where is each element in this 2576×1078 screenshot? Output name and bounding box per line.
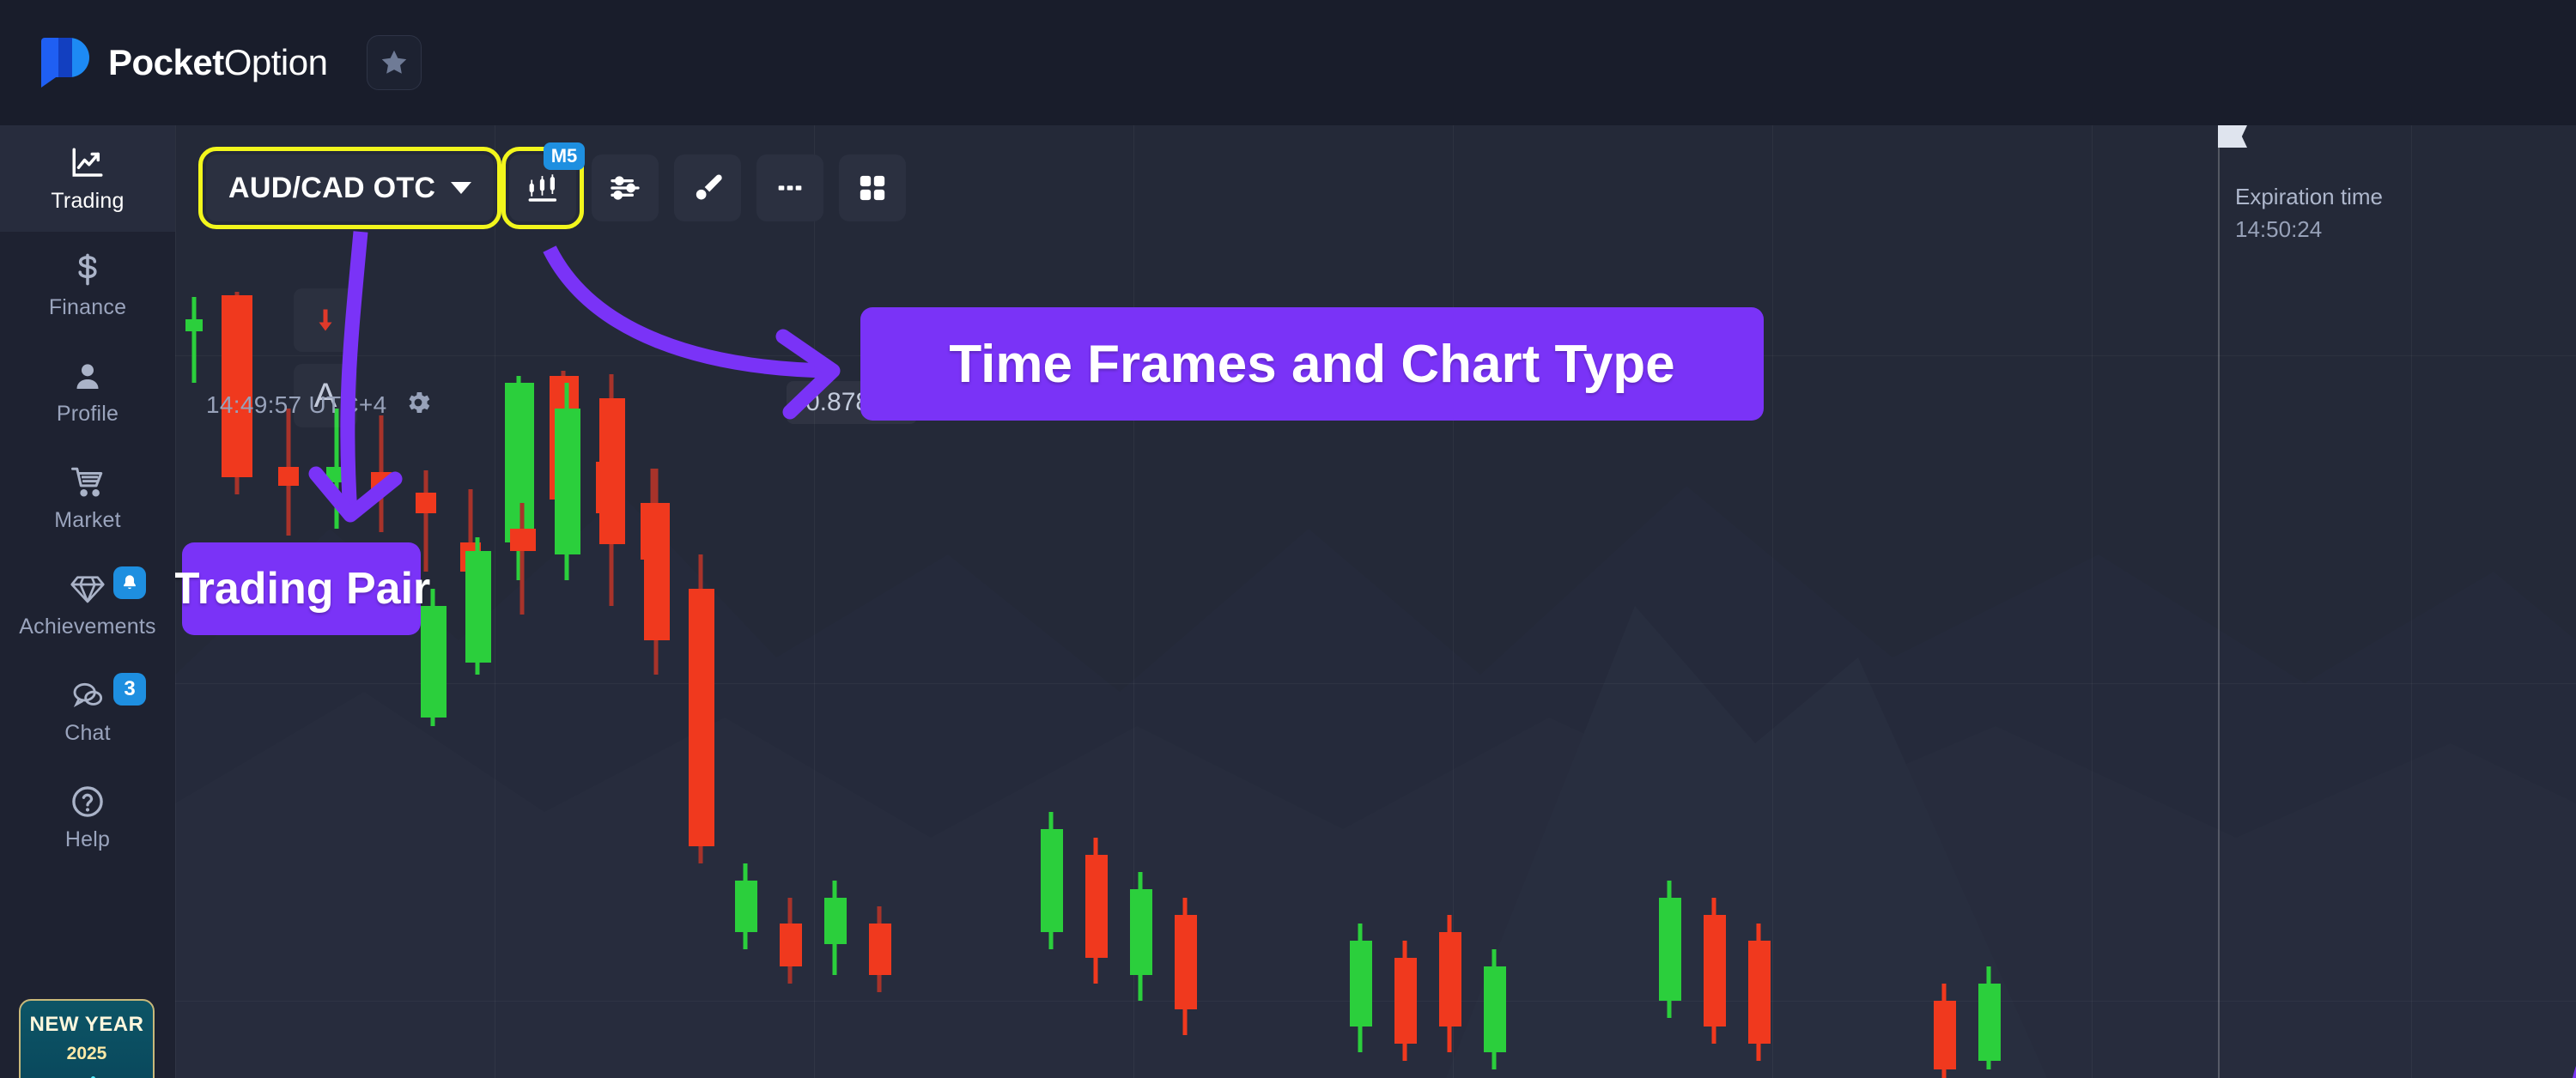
sidebar-nav: Trading Finance Profile Market Achieveme… bbox=[0, 125, 175, 1078]
drawing-tools-button[interactable] bbox=[674, 154, 742, 221]
brand-name: PocketOption bbox=[108, 42, 328, 83]
chart-canvas[interactable]: A 14:49:57 UTC+4 0.87837 AUD/CAD OTC M5 bbox=[175, 125, 2576, 1078]
gear-icon[interactable] bbox=[404, 388, 433, 421]
favorites-button[interactable] bbox=[367, 35, 422, 90]
chevron-down-icon bbox=[451, 182, 472, 194]
chat-badge[interactable]: 3 bbox=[113, 673, 146, 706]
promo-title: NEW YEAR bbox=[29, 1013, 144, 1036]
annotation-timeframes: Time Frames and Chart Type bbox=[860, 307, 1764, 421]
annotation-trading-pair: Trading Pair bbox=[173, 542, 430, 635]
promo-year: 2025 bbox=[66, 1044, 107, 1063]
grid-icon bbox=[860, 175, 885, 201]
indicators-button[interactable] bbox=[592, 154, 659, 221]
sliders-icon bbox=[611, 176, 640, 200]
candlestick-series bbox=[185, 292, 2001, 1078]
brand-name-bold: Pocket bbox=[108, 42, 224, 82]
trading-app: PocketOption Trading Finance Profile Mar… bbox=[0, 0, 2576, 1078]
sidebar-item-label: Chat bbox=[64, 720, 111, 745]
timeframe-badge[interactable]: M5 bbox=[543, 142, 586, 170]
sidebar-item-finance[interactable]: Finance bbox=[0, 232, 175, 338]
flag-icon bbox=[2218, 125, 2247, 148]
brush-icon bbox=[696, 174, 722, 200]
more-options-button[interactable] bbox=[756, 154, 824, 221]
sidebar-item-label: Help bbox=[64, 827, 111, 851]
bell-icon bbox=[124, 575, 136, 590]
user-icon bbox=[68, 357, 107, 395]
promo-banner-new-year[interactable]: NEW YEAR 2025 bbox=[19, 999, 155, 1078]
chat-bubble-icon bbox=[68, 676, 107, 714]
expiration-line bbox=[2218, 125, 2220, 1078]
brand-logo[interactable]: PocketOption bbox=[41, 38, 328, 88]
sidebar-item-chat[interactable]: 3 Chat bbox=[0, 657, 175, 764]
expiration-marker: Expiration time 14:50:24 bbox=[2218, 125, 2383, 1078]
dollar-icon bbox=[68, 251, 107, 288]
down-arrow-icon bbox=[319, 309, 332, 331]
achievements-badge[interactable] bbox=[113, 566, 146, 599]
chart-tool-down-arrow[interactable] bbox=[294, 288, 357, 352]
star-icon bbox=[382, 50, 407, 74]
sidebar-item-label: Achievements bbox=[19, 614, 156, 639]
trading-pair-selector[interactable]: AUD/CAD OTC bbox=[197, 147, 502, 229]
layout-button[interactable] bbox=[839, 154, 907, 221]
sidebar-item-trading[interactable]: Trading bbox=[0, 125, 175, 232]
diamond-icon bbox=[68, 570, 107, 608]
chart-clock-label: 14:49:57 UTC+4 bbox=[206, 391, 387, 418]
sidebar-item-label: Finance bbox=[48, 294, 127, 319]
sidebar-item-label: Market bbox=[54, 507, 121, 532]
sidebar-item-label: Trading bbox=[51, 188, 125, 213]
annotation-trading-pair-text: Trading Pair bbox=[172, 564, 431, 614]
app-header: PocketOption bbox=[0, 0, 2576, 125]
brand-name-light: Option bbox=[223, 42, 328, 82]
sidebar-item-achievements[interactable]: Achievements bbox=[0, 551, 175, 657]
expiration-title: Expiration time bbox=[2235, 184, 2383, 209]
chart-toolbar: AUD/CAD OTC M5 bbox=[197, 142, 907, 229]
chart-clock: 14:49:57 UTC+4 bbox=[206, 388, 433, 421]
chart-line-icon bbox=[68, 144, 107, 182]
sidebar-item-label: Profile bbox=[56, 401, 119, 426]
sidebar-item-help[interactable]: Help bbox=[0, 764, 175, 870]
dots-icon bbox=[778, 185, 802, 191]
expiration-time: 14:50:24 bbox=[2235, 216, 2323, 242]
sidebar-item-market[interactable]: Market bbox=[0, 445, 175, 551]
chart-type-button[interactable]: M5 bbox=[501, 142, 586, 229]
candlestick-icon bbox=[528, 174, 557, 202]
question-circle-icon bbox=[68, 783, 107, 821]
pocketoption-logo-icon bbox=[41, 38, 89, 88]
annotation-timeframes-text: Time Frames and Chart Type bbox=[949, 334, 1675, 394]
cart-icon bbox=[68, 463, 107, 501]
trading-pair-label: AUD/CAD OTC bbox=[228, 171, 436, 204]
sidebar-item-profile[interactable]: Profile bbox=[0, 338, 175, 445]
